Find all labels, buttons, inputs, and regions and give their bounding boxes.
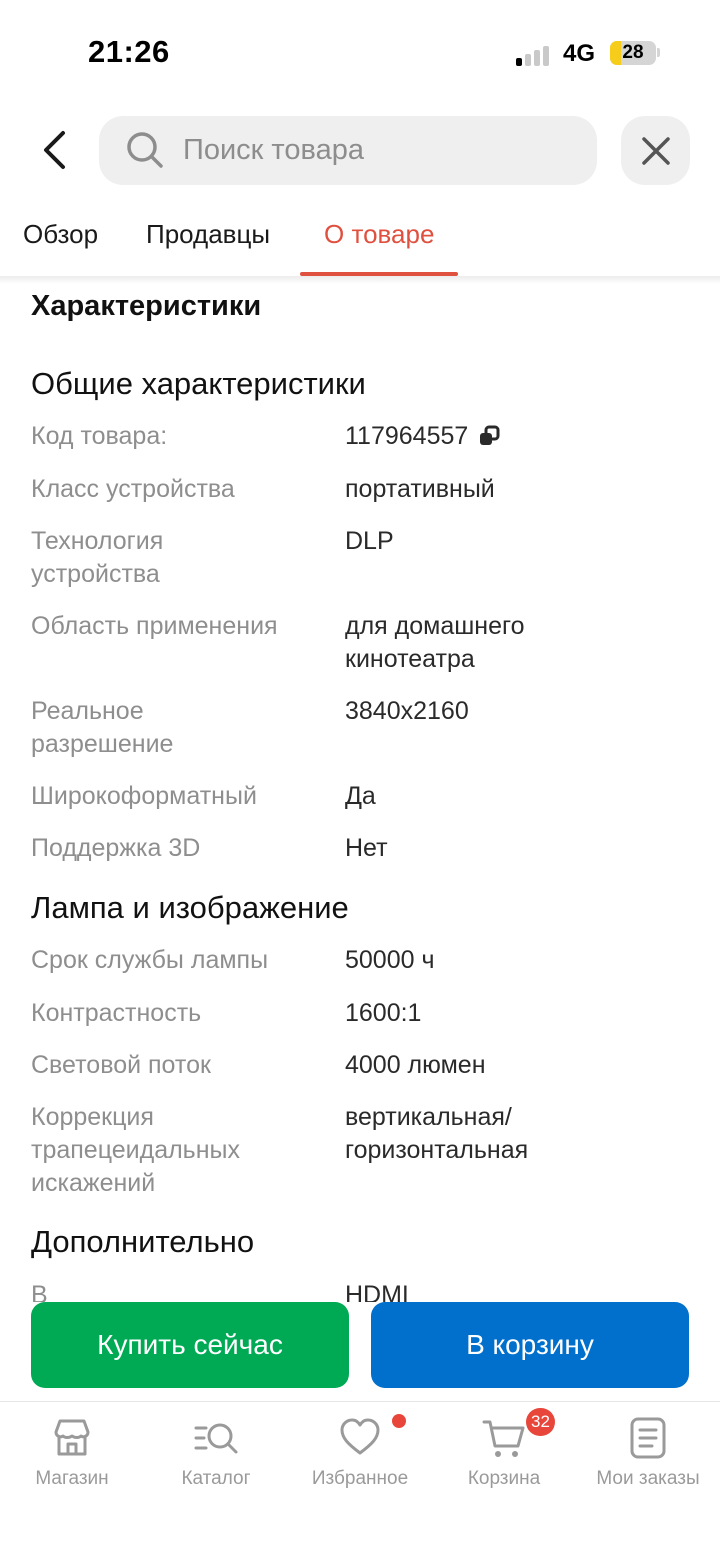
spec-label: Область применения — [31, 612, 278, 640]
spec-value: портативный — [345, 475, 495, 503]
spec-value: 4000 люмен — [345, 1051, 486, 1079]
battery-tip — [657, 48, 660, 57]
copy-icon[interactable] — [478, 423, 500, 446]
section-title-lamp: Лампа и изображение — [31, 890, 349, 925]
spec-label: Код товара: — [31, 422, 168, 450]
spec-label: Коррекция трапецеидальных искажений — [31, 1103, 240, 1197]
spec-value: для домашнего кинотеатра — [345, 612, 525, 673]
spec-value: 3840x2160 — [345, 697, 469, 725]
nav-label: Корзина — [467, 1468, 541, 1489]
spec-value: 50000 ч — [345, 946, 435, 974]
spec-value: Да — [345, 782, 376, 810]
nav-item-cart[interactable]: 32 Корзина — [432, 1408, 576, 1490]
spec-label: Широкоформатный — [31, 782, 257, 810]
favorites-dot-badge — [392, 1414, 406, 1428]
nav-item-catalog[interactable]: Каталог — [144, 1416, 288, 1490]
network-type: 4G — [563, 40, 596, 67]
action-bar: Купить сейчас В корзину — [0, 1302, 720, 1400]
search-input[interactable] — [183, 116, 583, 185]
cart-count-badge: 32 — [526, 1408, 555, 1436]
divider-shadow — [0, 276, 720, 284]
orders-icon — [630, 1417, 666, 1459]
nav-label: Магазин — [35, 1468, 109, 1489]
tab-overview[interactable]: Обзор — [23, 219, 98, 250]
tab-about-product[interactable]: О товаре — [324, 219, 434, 250]
nav-item-store[interactable]: Магазин — [0, 1416, 144, 1490]
spec-value: DLP — [345, 527, 394, 555]
cart-icon — [482, 1420, 525, 1457]
spec-value-product-code: 117964557 — [345, 420, 685, 453]
spec-label: Поддержка 3D — [31, 834, 201, 862]
spec-value: HDMI — [345, 1281, 409, 1302]
spec-label: Световой поток — [31, 1051, 211, 1079]
status-bar: 21:26 4G 28 — [0, 0, 720, 100]
nav-label: Избранное — [311, 1468, 409, 1489]
section-title-general: Общие характеристики — [31, 366, 366, 401]
tab-bar: Обзор Продавцы О товаре — [0, 205, 720, 276]
nav-label: Каталог — [181, 1468, 251, 1489]
buy-now-button[interactable]: Купить сейчас — [31, 1302, 349, 1388]
spec-label: Технология устройства — [31, 527, 164, 588]
signal-icon — [516, 44, 556, 66]
spec-label: В — [31, 1281, 48, 1302]
status-time: 21:26 — [88, 34, 170, 69]
tab-sellers[interactable]: Продавцы — [146, 219, 270, 250]
nav-item-orders[interactable]: Мои заказы — [576, 1416, 720, 1490]
battery-icon: 28 — [610, 41, 656, 65]
search-icon — [127, 132, 163, 168]
spec-value: 1600:1 — [345, 999, 422, 1027]
spec-label: Реальное разрешение — [31, 697, 174, 758]
catalog-search-icon — [194, 1423, 238, 1454]
close-icon — [641, 136, 670, 165]
specs-content[interactable]: Характеристики Общие характеристики Код … — [0, 276, 720, 1302]
add-to-cart-button[interactable]: В корзину — [371, 1302, 689, 1388]
spec-value: вертикальная/ горизонтальная — [345, 1103, 529, 1164]
store-icon — [54, 1419, 90, 1456]
spec-label: Класс устройства — [31, 475, 235, 503]
nav-item-favorites[interactable]: Избранное — [288, 1414, 432, 1490]
product-code: 117964557 — [345, 422, 469, 450]
battery-level: 28 — [622, 42, 644, 63]
close-button[interactable] — [621, 116, 690, 185]
back-button[interactable] — [28, 122, 82, 178]
specs-heading: Характеристики — [31, 290, 262, 322]
section-title-additional: Дополнительно — [31, 1224, 255, 1259]
spec-value: Нет — [345, 834, 388, 862]
bottom-nav: Магазин Каталог Избранное 32 Корзина Мои… — [0, 1401, 720, 1561]
spec-label: Срок службы лампы — [31, 946, 269, 974]
heart-icon — [340, 1418, 380, 1455]
spec-label: Контрастность — [31, 999, 202, 1027]
spec-row-partial: В HDMI — [0, 1279, 720, 1302]
nav-label: Мои заказы — [596, 1468, 700, 1489]
chevron-left-icon — [44, 131, 65, 169]
search-box[interactable] — [99, 116, 597, 185]
